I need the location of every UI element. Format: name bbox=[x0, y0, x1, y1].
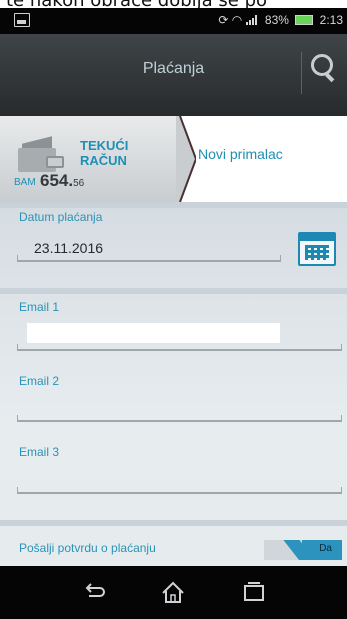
screen: te nakon obraće dobija se po ⟳ ◠ 83% 2:1… bbox=[0, 0, 347, 619]
search-icon-handle bbox=[325, 73, 335, 83]
email1-label: Email 1 bbox=[19, 300, 60, 314]
account-balance: 654.56 bbox=[40, 171, 84, 191]
gallery-notification-icon bbox=[14, 13, 30, 27]
account-name-line1: TEKUĆI bbox=[80, 138, 129, 153]
confirm-toggle[interactable]: Da bbox=[264, 540, 342, 560]
wifi-icon: ◠ bbox=[231, 13, 243, 27]
sync-icon: ⟳ bbox=[218, 13, 229, 27]
email3-label: Email 3 bbox=[19, 445, 60, 459]
clipped-text: te nakon obraće dobija se po bbox=[6, 0, 267, 8]
signal-icon bbox=[245, 15, 258, 25]
email1-underline bbox=[17, 344, 342, 351]
clipped-top-text: te nakon obraće dobija se po bbox=[0, 0, 347, 8]
form-divider-bottom bbox=[0, 520, 347, 526]
header-divider bbox=[301, 52, 302, 94]
account-card[interactable]: TEKUĆI RAČUN BAM 654.56 bbox=[0, 116, 180, 202]
clock: 2:13 bbox=[319, 13, 343, 27]
wallet-icon bbox=[18, 136, 64, 172]
account-name: TEKUĆI RAČUN bbox=[80, 138, 128, 168]
email2-underline bbox=[17, 415, 342, 422]
email1-field[interactable] bbox=[27, 323, 280, 343]
account-name-line2: RAČUN bbox=[80, 153, 127, 168]
new-recipient-label: Novi primalac bbox=[198, 146, 283, 162]
toggle-text: Da bbox=[319, 543, 332, 554]
calendar-icon[interactable] bbox=[298, 232, 336, 266]
chevron-separator-icon bbox=[176, 116, 196, 202]
date-field-underline bbox=[17, 255, 281, 262]
new-recipient-button[interactable]: Novi primalac bbox=[196, 116, 347, 202]
status-bar: ⟳ ◠ 83% 2:13 bbox=[0, 8, 347, 34]
payment-form: Datum plaćanja 23.11.2016 Email 1 Email … bbox=[0, 208, 347, 566]
search-icon[interactable] bbox=[311, 54, 337, 83]
wallet-icon-clasp bbox=[46, 156, 64, 168]
email2-label: Email 2 bbox=[19, 374, 60, 388]
status-right: ⟳ ◠ 83% 2:13 bbox=[218, 13, 343, 27]
account-selector-row: TEKUĆI RAČUN BAM 654.56 Novi primalac bbox=[0, 116, 347, 202]
battery-percent: 83% bbox=[264, 13, 289, 27]
date-value[interactable]: 23.11.2016 bbox=[34, 240, 103, 256]
form-divider bbox=[0, 288, 347, 294]
back-icon[interactable] bbox=[76, 574, 112, 610]
date-label: Datum plaćanja bbox=[19, 210, 103, 224]
page-title: Plaćanja bbox=[142, 60, 205, 77]
recent-apps-icon[interactable] bbox=[236, 574, 272, 610]
balance-main: 654. bbox=[40, 171, 74, 190]
account-currency: BAM bbox=[14, 177, 36, 188]
system-nav-bar bbox=[0, 566, 347, 619]
confirm-label: Pošalji potvrdu o plaćanju bbox=[19, 541, 156, 555]
search-icon-ring bbox=[311, 54, 333, 76]
home-icon[interactable] bbox=[155, 574, 191, 610]
calendar-icon-grid bbox=[305, 245, 329, 260]
email3-underline bbox=[17, 487, 342, 494]
email3-field[interactable] bbox=[17, 466, 342, 492]
email2-field[interactable] bbox=[17, 394, 342, 420]
battery-icon bbox=[295, 15, 314, 25]
calendar-icon-header bbox=[300, 234, 334, 241]
confirm-row: Pošalji potvrdu o plaćanju Da bbox=[0, 532, 347, 566]
app-header: Plaćanja bbox=[0, 34, 347, 116]
balance-cents: 56 bbox=[73, 178, 85, 189]
